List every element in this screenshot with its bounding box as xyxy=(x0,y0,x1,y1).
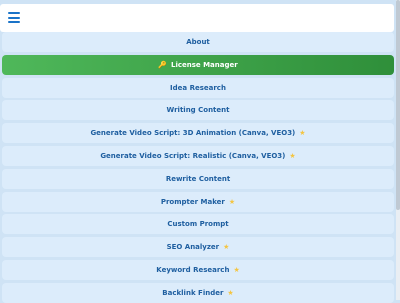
menu-item-label: Generate Video Script: Realistic (Canva,… xyxy=(100,152,286,160)
menu-item-keyword-research[interactable]: Keyword Research ★ xyxy=(2,260,394,280)
menu-item-idea-research[interactable]: Idea Research xyxy=(2,78,394,98)
menu-item-label: SEO Analyzer xyxy=(166,243,220,251)
menu-item-backlink-finder[interactable]: Backlink Finder ★ xyxy=(2,283,394,303)
menu-item-seo-analyzer[interactable]: SEO Analyzer ★ xyxy=(2,237,394,257)
menu-item-custom-prompt[interactable]: Custom Prompt xyxy=(2,214,394,234)
hamburger-icon[interactable] xyxy=(8,12,20,23)
menu-item-label: Rewrite Content xyxy=(165,175,231,183)
key-icon: 🔑 xyxy=(158,61,167,69)
scrollbar-track[interactable] xyxy=(396,0,400,300)
menu-item-label: Idea Research xyxy=(170,84,226,92)
star-icon: ★ xyxy=(227,289,234,297)
menu-item-video-3d[interactable]: Generate Video Script: 3D Animation (Can… xyxy=(2,123,394,143)
menu-item-label: Prompter Maker xyxy=(160,198,225,206)
top-bar xyxy=(0,4,394,32)
menu-item-label: License Manager xyxy=(171,61,238,69)
star-icon: ★ xyxy=(233,266,240,274)
menu-item-video-realistic[interactable]: Generate Video Script: Realistic (Canva,… xyxy=(2,146,394,166)
menu-item-prompter-maker[interactable]: Prompter Maker ★ xyxy=(2,192,394,212)
star-icon: ★ xyxy=(228,198,236,206)
menu-item-label: Backlink Finder xyxy=(162,289,224,297)
menu-item-rewrite-content[interactable]: Rewrite Content xyxy=(2,169,394,189)
menu-item-label: Generate Video Script: 3D Animation (Can… xyxy=(90,129,296,137)
menu-item-label: Writing Content xyxy=(166,106,230,114)
star-icon: ★ xyxy=(299,129,306,137)
menu-item-label: Custom Prompt xyxy=(167,220,229,228)
star-icon: ★ xyxy=(223,243,230,251)
star-icon: ★ xyxy=(289,152,296,160)
scrollbar-thumb[interactable] xyxy=(396,0,400,210)
menu-item-label: About xyxy=(186,38,210,46)
menu-item-label: Keyword Research xyxy=(156,266,230,274)
menu-item-about[interactable]: About xyxy=(2,32,394,52)
menu-item-license-manager[interactable]: 🔑 License Manager xyxy=(2,55,394,75)
menu-item-writing-content[interactable]: Writing Content xyxy=(2,100,394,120)
